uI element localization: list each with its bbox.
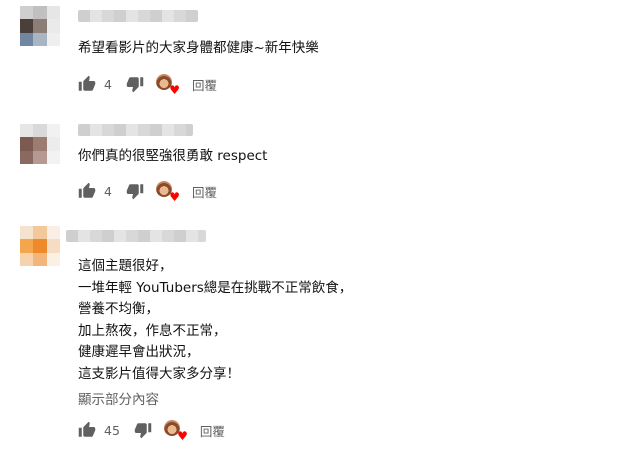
avatar[interactable] [20,124,60,164]
avatar-pixel [33,137,47,151]
creator-heart-icon: ♥ [169,83,180,97]
avatar-pixel [33,226,47,240]
avatar-pixel [46,137,60,151]
reply-button[interactable]: 回覆 [192,75,217,94]
avatar-pixel [20,32,34,46]
thumbs-up-icon [78,182,96,198]
avatar-pixel [20,239,34,253]
thumbs-down-icon [126,77,144,93]
avatar-pixel [46,239,60,253]
author-name-blurred[interactable] [78,124,193,136]
avatar-pixel [46,32,60,46]
author-name-blurred[interactable] [66,230,206,242]
avatar-pixel [20,19,34,33]
avatar-pixel [46,19,60,33]
thumbs-up-icon [78,75,96,91]
avatar-pixel [20,137,34,151]
like-button[interactable] [78,421,96,439]
comment-actions: 4 ♥ 回覆 [78,181,217,204]
comment-text-line: 希望看影片的大家身體都健康~新年快樂 [78,40,319,56]
avatar[interactable] [20,6,60,46]
creator-heart-badge: ♥ [155,74,180,97]
avatar[interactable] [20,226,60,266]
creator-heart-badge: ♥ [163,420,188,443]
comment-text-line: 健康遲早會出狀況， [78,344,200,360]
comment-text-line: 這個主題很好， [78,258,173,274]
avatar-pixel [46,124,60,138]
like-button[interactable] [78,182,96,200]
avatar-pixel [33,124,47,138]
like-count: 4 [104,76,112,92]
avatar-pixel [33,150,47,164]
creator-heart-icon: ♥ [177,429,188,443]
comment-text-line: 你們真的很堅強很勇敢 respect [78,148,268,164]
avatar-pixel [46,252,60,266]
avatar-pixel [20,226,34,240]
comment-text-line: 這支影片值得大家多分享！ [78,365,240,382]
avatar-pixel [20,124,34,138]
avatar-pixel [20,252,34,266]
comment-text: 這個主題很好， 一堆年輕 YouTubers總是在挑戰不正常飲食， 營養不均衡， 加上… [78,256,352,385]
avatar-pixel [33,32,47,46]
dislike-button[interactable] [126,75,144,93]
like-count: 4 [104,183,112,199]
avatar-pixel [33,252,47,266]
comment-text: 希望看影片的大家身體都健康~新年快樂 [78,38,319,60]
thumbs-down-icon [126,184,144,200]
avatar-pixel [33,239,47,253]
thumbs-up-icon [78,421,96,437]
comment-text-line: 營養不均衡， [78,301,159,317]
avatar-pixel [33,19,47,33]
creator-heart-badge: ♥ [155,181,180,204]
comment-actions: 45 ♥ 回覆 [78,420,225,443]
avatar-pixel [46,6,60,20]
show-less-link[interactable]: 顯示部分內容 [78,388,159,408]
author-name-blurred[interactable] [78,10,198,22]
comment-text: 你們真的很堅強很勇敢 respect [78,146,267,168]
avatar-pixel [20,6,34,20]
dislike-button[interactable] [126,182,144,200]
avatar-pixel [46,150,60,164]
creator-heart-icon: ♥ [169,190,180,204]
like-button[interactable] [78,75,96,93]
avatar-pixel [46,226,60,240]
like-count: 45 [104,422,120,438]
comment-actions: 4 ♥ 回覆 [78,74,217,97]
avatar-pixel [33,6,47,20]
dislike-button[interactable] [134,421,152,439]
comment-text-line: 一堆年輕 YouTubers總是在挑戰不正常飲食， [78,279,353,296]
reply-button[interactable]: 回覆 [200,421,225,440]
thumbs-down-icon [134,423,152,439]
avatar-pixel [20,150,34,164]
reply-button[interactable]: 回覆 [192,182,217,201]
comment-text-line: 加上熬夜，作息不正常， [78,322,227,339]
